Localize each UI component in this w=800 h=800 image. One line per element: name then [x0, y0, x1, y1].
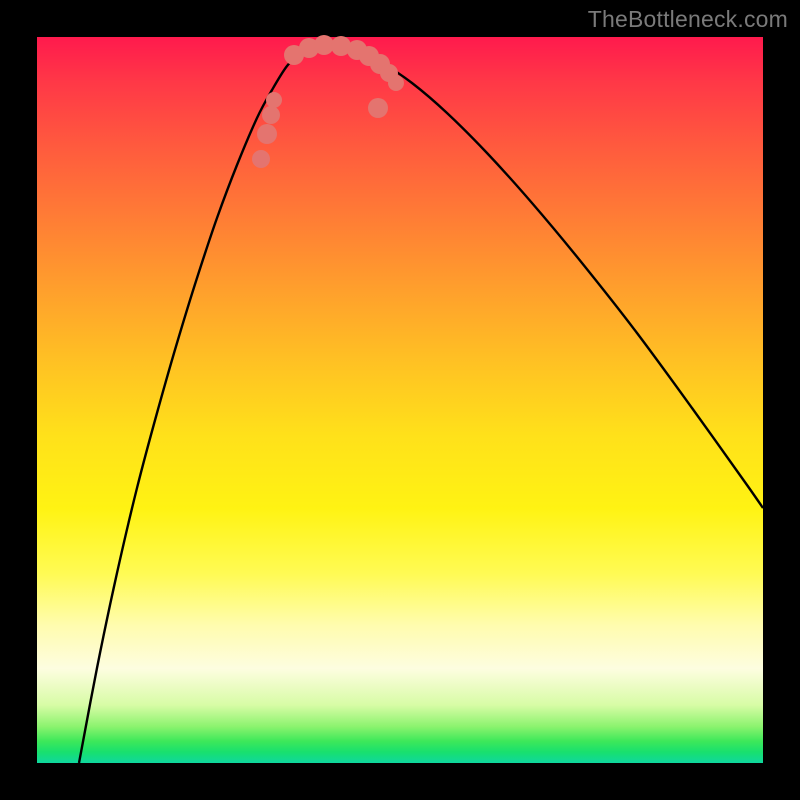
chart-svg	[37, 37, 763, 763]
watermark-text: TheBottleneck.com	[588, 6, 788, 33]
data-marker	[266, 92, 282, 108]
data-marker	[262, 106, 280, 124]
data-marker	[388, 75, 404, 91]
chart-frame: TheBottleneck.com	[0, 0, 800, 800]
marker-group	[252, 35, 404, 168]
curve-right	[357, 51, 763, 508]
data-marker	[252, 150, 270, 168]
data-marker	[257, 124, 277, 144]
data-marker	[368, 98, 388, 118]
data-marker	[314, 35, 334, 55]
